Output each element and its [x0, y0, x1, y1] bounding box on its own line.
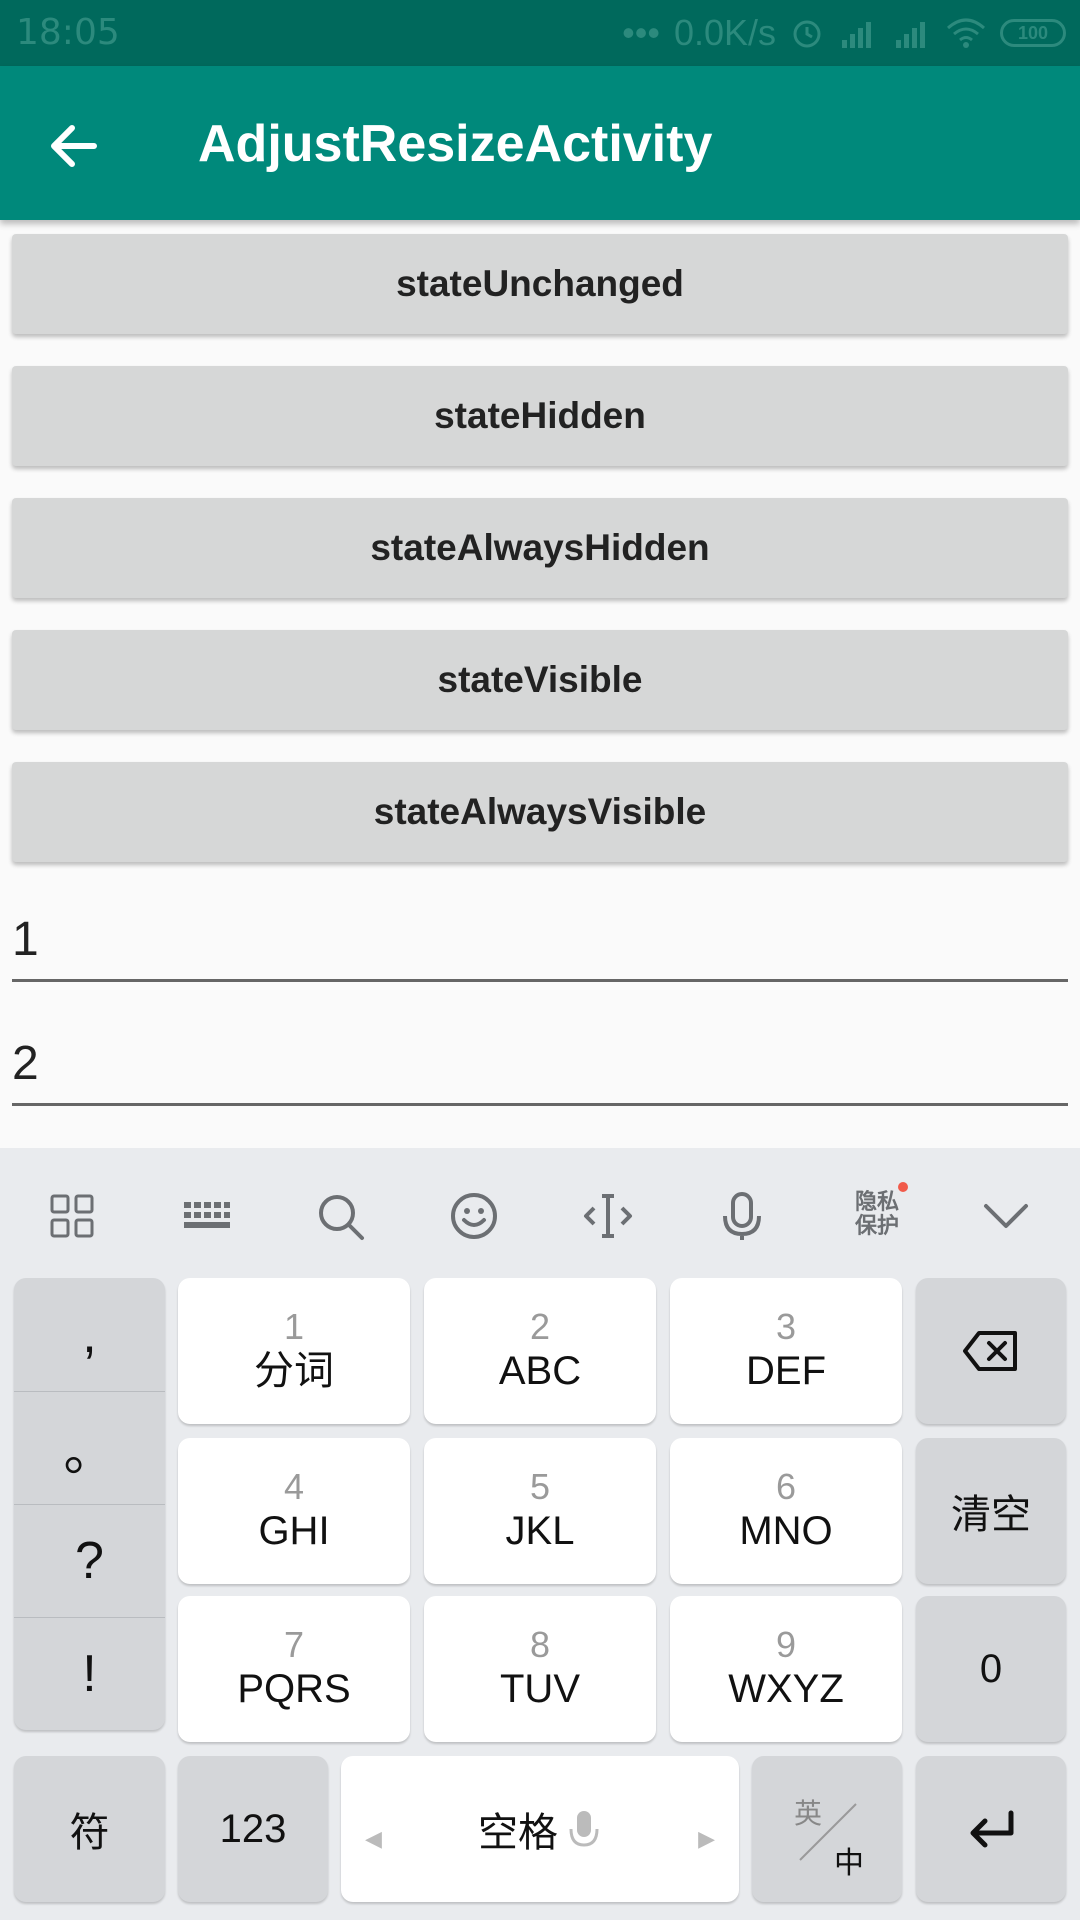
key-9[interactable]: 9 WXYZ — [670, 1596, 902, 1742]
status-bar: 18:05 ••• 0.0K/s 100 — [0, 0, 1080, 66]
key-number: 6 — [775, 1466, 797, 1507]
privacy-label-line2: 保护 — [854, 1213, 899, 1238]
key-label: GHI — [258, 1509, 330, 1553]
text-field-1[interactable]: 1 — [12, 892, 1068, 982]
numbers-key-label: 123 — [219, 1806, 287, 1851]
key-label: WXYZ — [728, 1667, 844, 1711]
text-field-2-value: 2 — [12, 1037, 39, 1090]
key-label: PQRS — [237, 1667, 351, 1711]
key-number: 8 — [529, 1624, 551, 1665]
lang-divider-icon — [799, 1803, 857, 1861]
key-4[interactable]: 4 GHI — [178, 1438, 410, 1584]
emoji-icon[interactable] — [446, 1188, 502, 1244]
clear-key[interactable]: 清空 — [916, 1438, 1066, 1584]
punct-question-key[interactable]: ? — [14, 1504, 165, 1617]
key-3[interactable]: 3 DEF — [670, 1278, 902, 1424]
page-title: AdjustResizeActivity — [198, 115, 713, 173]
state-hidden-button[interactable]: stateHidden — [12, 366, 1068, 466]
punct-exclaim-key[interactable]: ! — [14, 1617, 165, 1730]
state-always-hidden-button[interactable]: stateAlwaysHidden — [12, 498, 1068, 598]
keyboard-toolbar: 隐私 保护 — [0, 1148, 1080, 1278]
space-key-label: 空格 — [478, 1811, 558, 1855]
key-number: 3 — [775, 1306, 797, 1347]
cursor-move-icon[interactable] — [580, 1188, 636, 1244]
language-switch-key[interactable]: 英 中 — [752, 1756, 902, 1902]
search-icon[interactable] — [312, 1188, 368, 1244]
key-label: TUV — [500, 1667, 580, 1711]
key-0[interactable]: 0 — [916, 1596, 1066, 1742]
key-number: 5 — [529, 1466, 551, 1507]
key-5[interactable]: 5 JKL — [424, 1438, 656, 1584]
text-field-1-value: 1 — [12, 913, 39, 966]
privacy-label-line1: 隐私 — [854, 1189, 899, 1214]
key-1[interactable]: 1 分词 — [178, 1278, 410, 1424]
key-number: 2 — [529, 1306, 551, 1347]
clear-key-label: 清空 — [951, 1493, 1031, 1537]
keyboard-layout-icon[interactable] — [178, 1188, 234, 1244]
right-arrow-icon: ▶ — [698, 1826, 715, 1851]
key-number: 9 — [775, 1624, 797, 1665]
state-always-visible-button[interactable]: stateAlwaysVisible — [12, 762, 1068, 862]
punct-period-key[interactable]: 。 — [14, 1391, 165, 1504]
key-6[interactable]: 6 MNO — [670, 1438, 902, 1584]
key-label: 分词 — [254, 1349, 334, 1393]
key-label: DEF — [746, 1349, 826, 1393]
key-2[interactable]: 2 ABC — [424, 1278, 656, 1424]
alarm-icon — [790, 16, 824, 50]
status-time: 18:05 — [16, 12, 120, 53]
punct-comma-key[interactable]: , — [14, 1278, 165, 1391]
key-8[interactable]: 8 TUV — [424, 1596, 656, 1742]
back-arrow-icon[interactable] — [44, 116, 104, 176]
left-arrow-icon: ◀ — [365, 1826, 382, 1851]
soft-keyboard: 隐私 保护 , 。 ? ! 1 分词 2 ABC 3 DEF 4 GHI 5 J… — [0, 1148, 1080, 1920]
wifi-icon — [946, 16, 986, 50]
key-number: 1 — [283, 1306, 305, 1347]
punctuation-column: , 。 ? ! — [14, 1278, 165, 1730]
grid-menu-icon[interactable] — [44, 1188, 100, 1244]
collapse-keyboard-icon[interactable] — [978, 1188, 1034, 1244]
text-field-2[interactable]: 2 — [12, 1016, 1068, 1106]
signal-icon — [892, 16, 932, 50]
microphone-icon[interactable] — [714, 1188, 770, 1244]
state-visible-button[interactable]: stateVisible — [12, 630, 1068, 730]
battery-icon: 100 — [1000, 19, 1066, 47]
key-label: JKL — [505, 1509, 575, 1553]
notification-dot — [898, 1182, 908, 1192]
symbols-key-label: 符 — [69, 1811, 110, 1855]
enter-key[interactable] — [916, 1756, 1066, 1902]
signal-hd-icon — [838, 16, 878, 50]
lang-chinese-label: 中 — [834, 1847, 864, 1880]
app-toolbar: AdjustResizeActivity — [0, 66, 1080, 220]
key-0-label: 0 — [979, 1646, 1003, 1691]
state-unchanged-button[interactable]: stateUnchanged — [12, 234, 1068, 334]
net-speed: 0.0K/s — [673, 12, 776, 53]
voice-input-icon — [569, 1811, 599, 1847]
key-number: 4 — [283, 1466, 305, 1507]
backspace-key[interactable] — [916, 1278, 1066, 1424]
space-key[interactable]: ◀ 空格 ▶ — [341, 1756, 739, 1902]
privacy-protection-button[interactable]: 隐私 保护 — [852, 1182, 908, 1238]
key-label: ABC — [498, 1349, 582, 1393]
key-label: MNO — [739, 1509, 833, 1553]
more-dots-icon: ••• — [622, 12, 660, 53]
enter-icon — [970, 1810, 1014, 1848]
symbols-key[interactable]: 符 — [14, 1756, 165, 1902]
numbers-key[interactable]: 123 — [178, 1756, 328, 1902]
key-7[interactable]: 7 PQRS — [178, 1596, 410, 1742]
key-number: 7 — [283, 1624, 305, 1665]
backspace-icon — [963, 1331, 1017, 1371]
